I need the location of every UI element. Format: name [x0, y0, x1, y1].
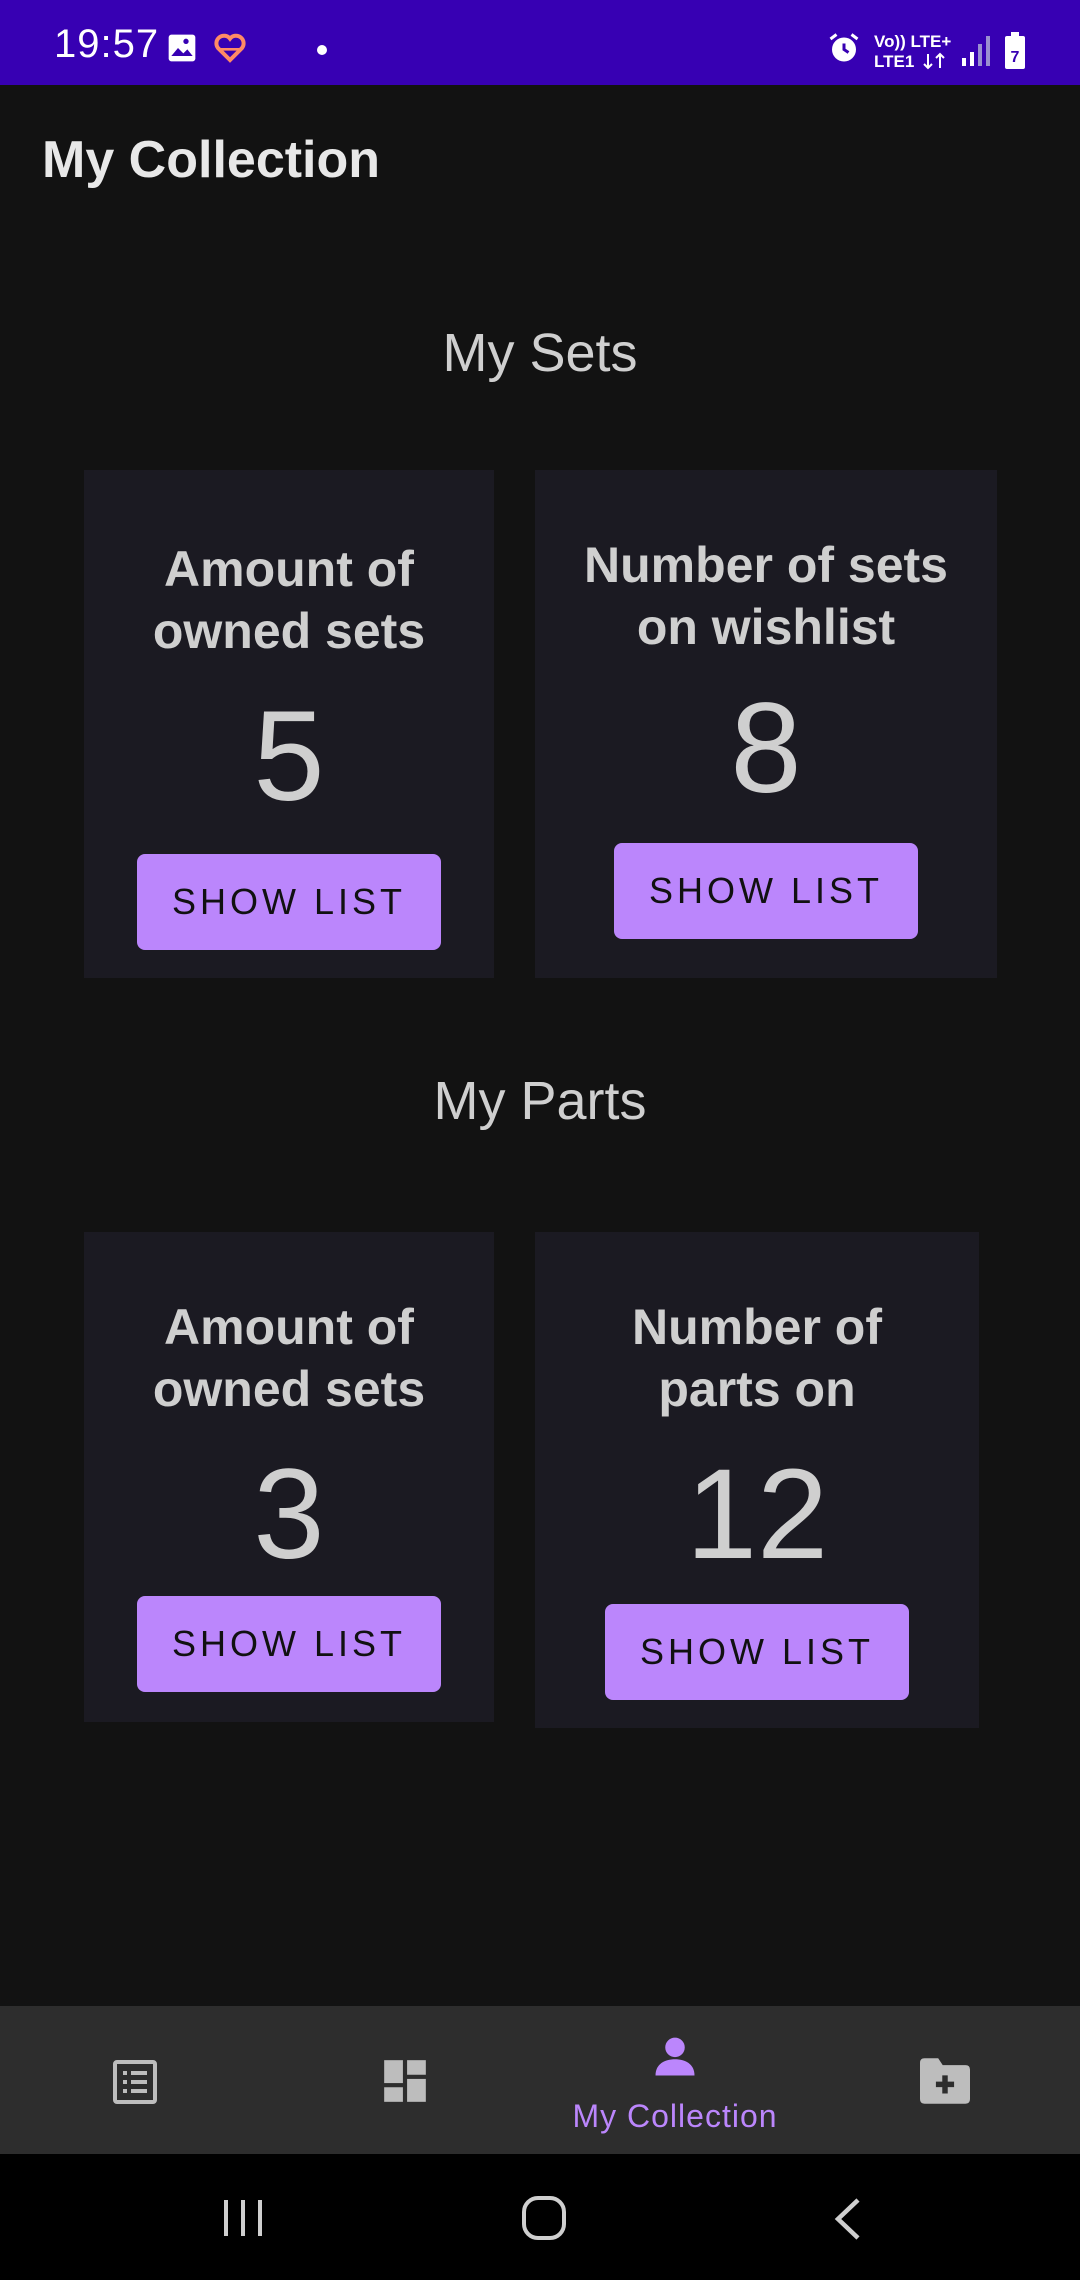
alarm-icon	[829, 33, 859, 62]
card-label: Number of sets	[584, 537, 948, 593]
wishlist-parts-card: Number of parts on 12 SHOW LIST	[535, 1232, 979, 1728]
back-icon[interactable]	[830, 2196, 864, 2242]
card-value: 3	[253, 1443, 325, 1586]
card-label: on wishlist	[636, 599, 896, 655]
dashboard-icon	[384, 2060, 426, 2102]
wishlist-sets-card: Number of sets on wishlist 8 SHOW LIST	[535, 470, 997, 978]
section-title-parts: My Parts	[433, 1071, 647, 1131]
nav-label-my-collection: My Collection	[572, 2098, 778, 2134]
section-title-sets: My Sets	[442, 323, 638, 383]
page-title: My Collection	[42, 131, 381, 189]
card-label: parts on	[658, 1361, 856, 1417]
show-list-button[interactable]: SHOW LIST	[605, 1604, 909, 1700]
card-value: 8	[730, 677, 802, 820]
gallery-notification-icon	[168, 34, 196, 62]
nav-item-add-folder[interactable]	[810, 2006, 1080, 2154]
card-value: 5	[253, 685, 325, 828]
card-value: 12	[685, 1443, 829, 1586]
system-navigation-bar	[0, 2154, 1080, 2280]
signal-icon	[962, 36, 990, 66]
card-label: Number of	[632, 1299, 882, 1355]
list-icon	[113, 2060, 157, 2104]
status-bar: 19:57 Vo)) LTE+ LTE1 7	[0, 0, 1080, 85]
nav-item-list[interactable]	[0, 2006, 270, 2154]
home-icon[interactable]	[520, 2194, 568, 2242]
network-label: Vo)) LTE+	[874, 32, 952, 51]
owned-sets-card: Amount of owned sets 5 SHOW LIST	[84, 470, 494, 978]
svg-text:7: 7	[1011, 49, 1020, 66]
battery-icon: 7	[1005, 32, 1025, 69]
show-list-button[interactable]: SHOW LIST	[137, 1596, 441, 1692]
recent-apps-icon[interactable]	[222, 2198, 264, 2238]
status-time: 19:57	[54, 22, 160, 66]
card-label: Amount of	[164, 541, 414, 597]
show-list-button[interactable]: SHOW LIST	[137, 854, 441, 950]
card-label: owned sets	[152, 603, 426, 659]
health-notification-icon	[214, 33, 246, 63]
card-label: Amount of	[164, 1299, 414, 1355]
card-label: owned sets	[152, 1361, 426, 1417]
folder-add-icon	[920, 2058, 970, 2104]
bottom-navigation: My Collection	[0, 2006, 1080, 2154]
dot-icon	[317, 45, 327, 55]
person-icon	[655, 2037, 695, 2076]
data-arrows-icon	[923, 52, 945, 70]
owned-parts-card: Amount of owned sets 3 SHOW LIST	[84, 1232, 494, 1722]
network-label-secondary: LTE1	[874, 52, 915, 71]
nav-item-my-collection[interactable]: My Collection	[540, 2006, 810, 2154]
nav-item-dashboard[interactable]	[270, 2006, 540, 2154]
show-list-button[interactable]: SHOW LIST	[614, 843, 918, 939]
